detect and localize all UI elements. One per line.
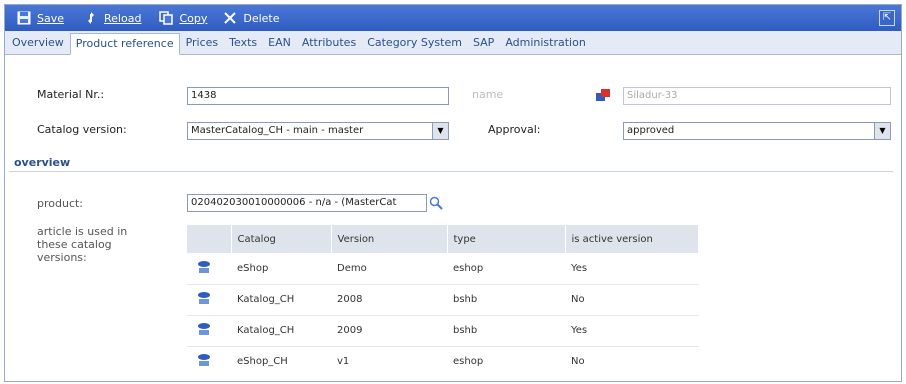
tab-bar: Overview Product reference Prices Texts …	[5, 31, 901, 55]
icon-column-header	[187, 225, 232, 253]
tab-administration[interactable]: Administration	[500, 33, 591, 54]
tab-ean[interactable]: EAN	[263, 33, 296, 54]
reload-label: Reload	[104, 11, 142, 25]
catalog-cell: eShop	[231, 253, 331, 285]
version-cell: 2009	[331, 315, 447, 347]
editor-window: Save Reload Copy Delete ⇱ Overview Produ…	[4, 4, 902, 382]
type-cell: bshb	[447, 284, 565, 316]
expand-icon[interactable]: ⇱	[879, 10, 895, 26]
table-header-row: Catalog Version type is active version	[187, 225, 699, 253]
column-header-version[interactable]: Version	[331, 225, 448, 253]
toolbar: Save Reload Copy Delete ⇱	[5, 5, 901, 31]
type-cell: bshb	[447, 315, 565, 347]
name-label: name	[472, 88, 504, 101]
language-icon[interactable]	[595, 87, 611, 103]
save-button[interactable]: Save	[17, 8, 64, 28]
tab-overview[interactable]: Overview	[7, 33, 69, 54]
reload-button[interactable]: Reload	[84, 8, 141, 28]
column-header-type[interactable]: type	[447, 225, 566, 253]
version-cell: Demo	[331, 253, 447, 285]
catalog-version-value: MasterCatalog_CH - main - master	[191, 125, 364, 136]
copy-button[interactable]: Copy	[159, 8, 207, 28]
active-cell: No	[565, 284, 699, 316]
column-header-catalog[interactable]: Catalog	[231, 225, 332, 253]
tab-category-system[interactable]: Category System	[362, 33, 467, 54]
active-cell: No	[571, 356, 585, 368]
column-header-active[interactable]: is active version	[565, 225, 699, 253]
material-label: Material Nr.:	[37, 88, 105, 101]
catalog-version-icon	[197, 291, 211, 305]
chevron-down-icon[interactable]: ▼	[432, 123, 448, 139]
reload-icon	[84, 11, 98, 25]
type-cell: eshop	[447, 253, 565, 285]
catalog-versions-table: Catalog Version type is active version e…	[187, 225, 699, 377]
tab-product-reference[interactable]: Product reference	[69, 33, 180, 55]
catalog-version-icon	[197, 322, 211, 336]
delete-icon	[223, 11, 237, 25]
catalog-version-label: Catalog version:	[37, 123, 127, 136]
approval-value: approved	[627, 125, 675, 136]
table-row[interactable]: Katalog_CH 2008 bshb No	[187, 284, 699, 316]
delete-button[interactable]: Delete	[223, 8, 280, 28]
catalog-version-icon	[197, 353, 211, 367]
delete-label: Delete	[243, 11, 280, 25]
type-cell: eshop	[453, 356, 484, 368]
product-field[interactable]: 020402030010000006 - n/a - (MasterCat	[187, 194, 427, 212]
catalog-version-select[interactable]: MasterCatalog_CH - main - master ▼	[187, 122, 449, 140]
catalog-cell: Katalog_CH	[231, 284, 331, 316]
section-divider	[9, 171, 893, 172]
copy-icon	[159, 11, 174, 25]
name-field[interactable]: Siladur-33	[623, 87, 891, 105]
tab-attributes[interactable]: Attributes	[297, 33, 361, 54]
chevron-down-icon[interactable]: ▼	[874, 123, 890, 139]
active-cell: Yes	[565, 315, 699, 347]
active-cell: Yes	[565, 253, 699, 285]
version-cell: v1	[337, 356, 350, 368]
catalog-version-icon	[197, 260, 211, 274]
tab-texts[interactable]: Texts	[224, 33, 262, 54]
version-cell: 2008	[331, 284, 447, 316]
table-row[interactable]: eShop Demo eshop Yes	[187, 253, 699, 285]
catalog-cell: Katalog_CH	[231, 315, 331, 347]
section-title[interactable]: overview	[14, 156, 70, 169]
tab-prices[interactable]: Prices	[181, 33, 224, 54]
copy-label: Copy	[179, 11, 208, 25]
material-field[interactable]: 1438	[187, 87, 449, 105]
approval-select[interactable]: approved ▼	[623, 122, 891, 140]
product-label: product:	[37, 197, 84, 210]
approval-label: Approval:	[488, 123, 541, 136]
table-row[interactable]: Katalog_CH 2009 bshb Yes	[187, 315, 699, 347]
table-row[interactable]: eShop_CH v1 eshop No	[187, 346, 699, 377]
search-icon[interactable]	[429, 196, 443, 210]
save-label: Save	[37, 11, 65, 25]
save-icon	[17, 11, 31, 25]
catalog-cell: eShop_CH	[237, 356, 288, 368]
tab-sap[interactable]: SAP	[468, 33, 499, 54]
used-in-label: article is used in these catalog version…	[37, 225, 128, 264]
